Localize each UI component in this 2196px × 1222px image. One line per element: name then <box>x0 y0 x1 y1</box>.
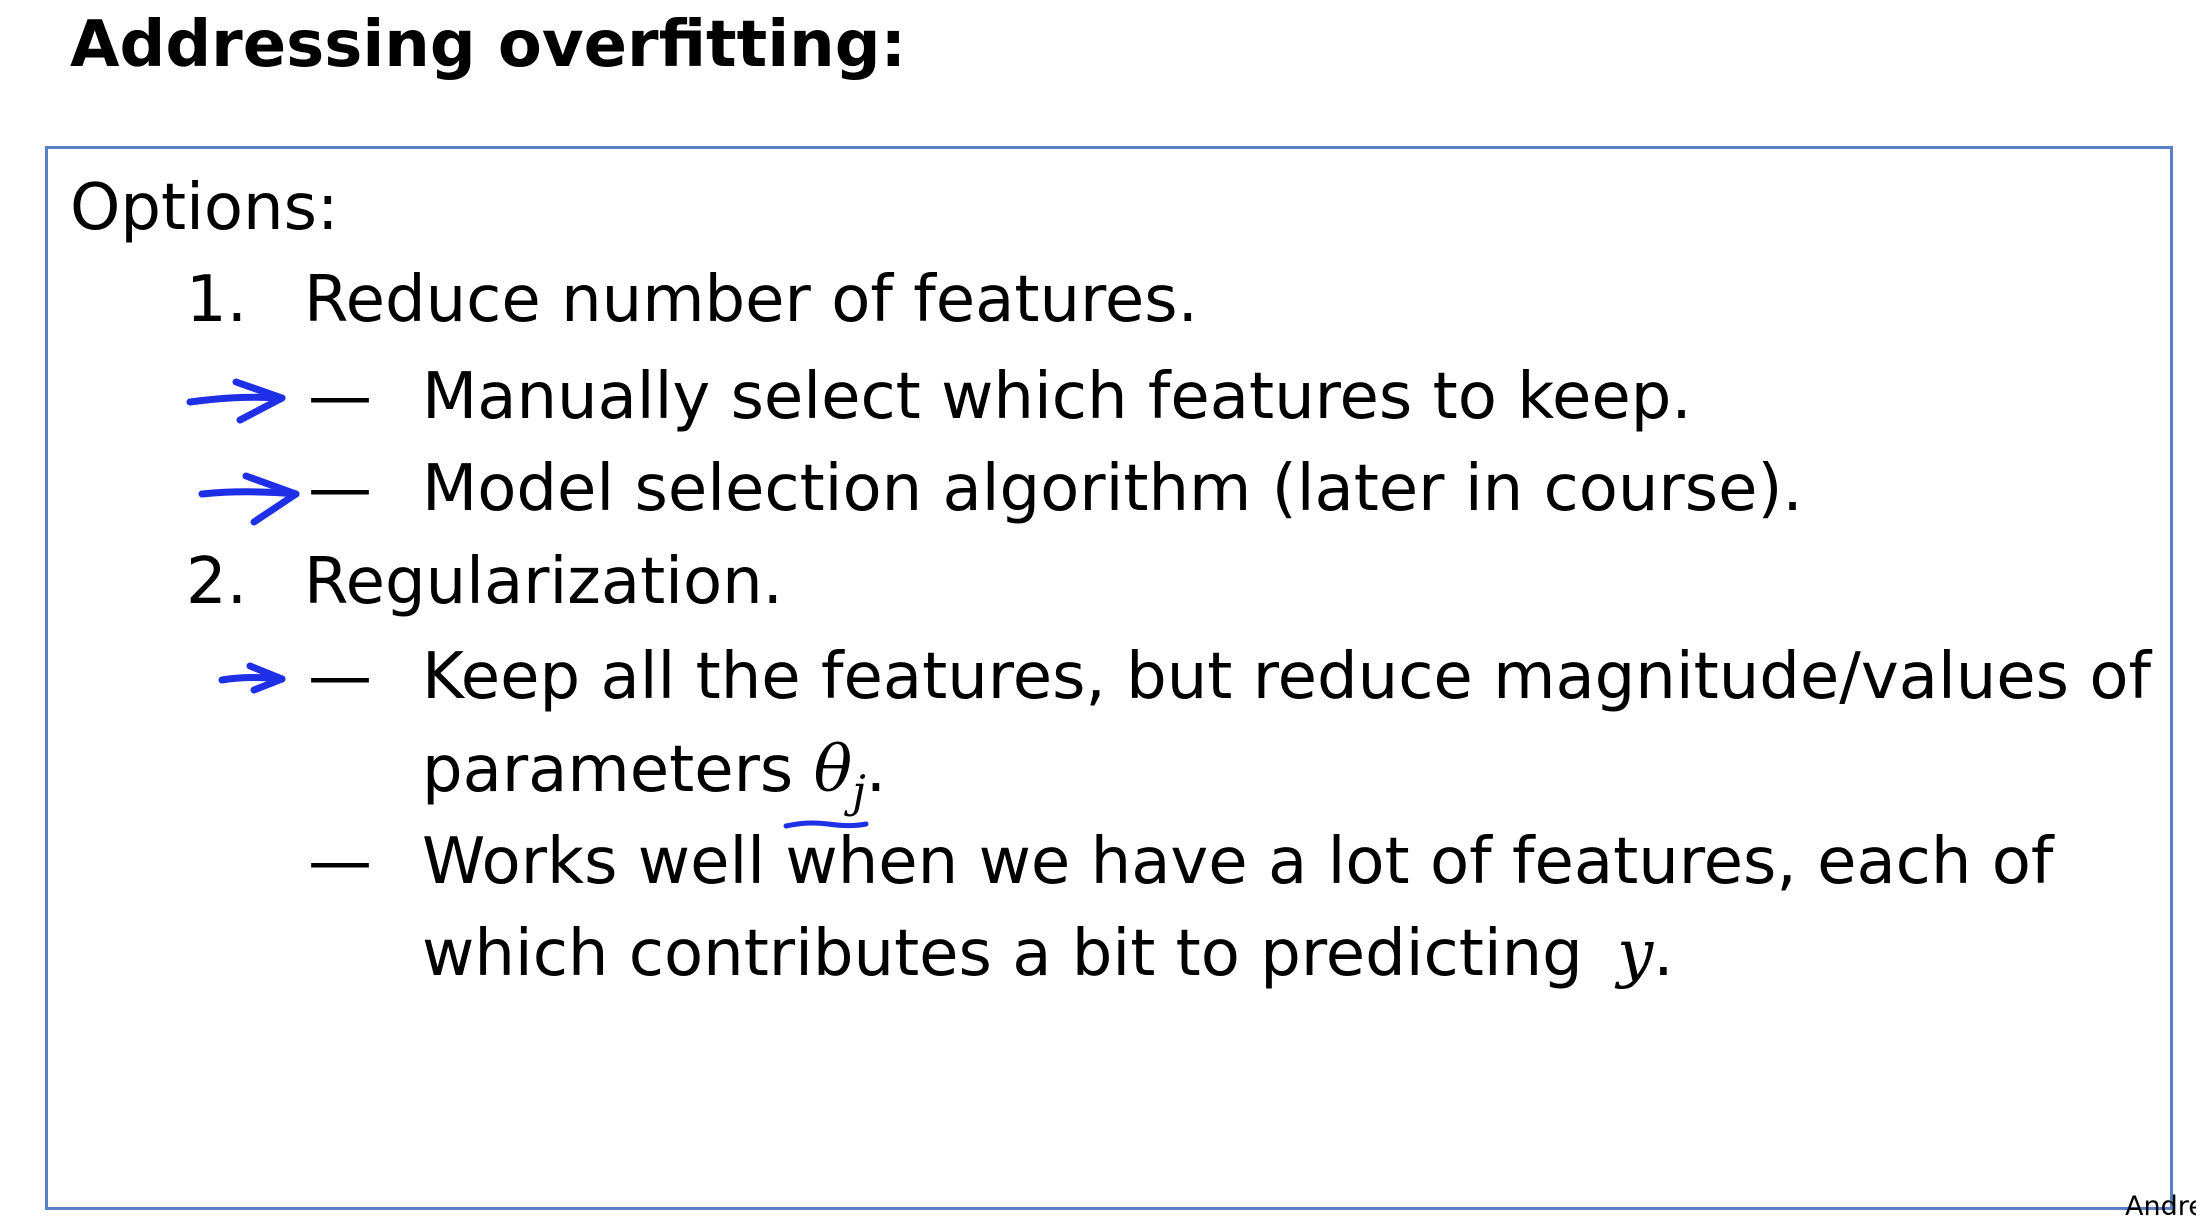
item-1-number: 1. <box>186 263 248 337</box>
works-period: . <box>1653 917 1674 991</box>
dash-works: — <box>308 825 372 899</box>
keep-period: . <box>865 733 887 807</box>
slide-title: Addressing overfitting: <box>70 8 907 82</box>
theta-subscript: j <box>852 766 866 818</box>
parameters-text: parameters <box>422 733 794 807</box>
sub-item-model: Model selection algorithm (later in cour… <box>422 452 1803 526</box>
sub-item-works-line1: Works well when we have a lot of feature… <box>422 825 2054 899</box>
sub-item-manual: Manually select which features to keep. <box>422 360 1692 434</box>
y-symbol: y <box>1617 917 1654 991</box>
options-heading: Options: <box>70 171 339 245</box>
theta-symbol: θj <box>813 733 866 814</box>
dash-keep: — <box>308 640 372 714</box>
item-1-label: Reduce number of features. <box>304 263 1198 337</box>
author-credit: Andre <box>2125 1191 2196 1222</box>
theta-char: θ <box>813 733 853 807</box>
sub-item-keep-line1: Keep all the features, but reduce magnit… <box>422 640 2152 714</box>
works-line2-text: which contributes a bit to predicting <box>422 917 1583 991</box>
dash-model: — <box>308 452 372 526</box>
sub-item-works-line2: which contributes a bit to predicting y. <box>422 922 1674 986</box>
dash-manual: — <box>308 360 372 434</box>
item-2-number: 2. <box>186 545 248 619</box>
sub-item-keep-line2: parameters θj. <box>422 738 886 814</box>
item-2-label: Regularization. <box>304 545 783 619</box>
